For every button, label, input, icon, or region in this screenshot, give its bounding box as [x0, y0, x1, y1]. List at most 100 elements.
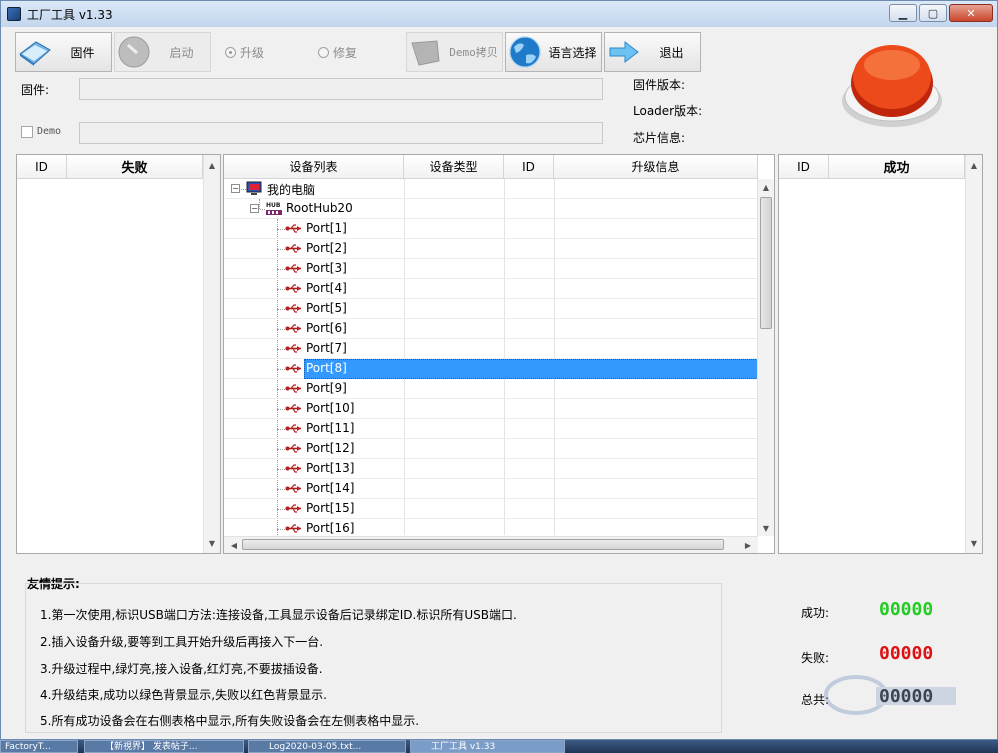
tips-box: 1.第一次使用,标识USB端口方法:连接设备,工具显示设备后记录绑定ID.标识所…	[25, 583, 722, 733]
tree-port-label: Port[10]	[306, 401, 355, 415]
app-window: 工厂工具 v1.33 ▁ ▢ ✕ 固件 启动 升级 修复 Demo拷贝 语言选择…	[0, 0, 998, 740]
device-tree: 设备列表 设备类型 ID 升级信息 − 我的电脑 − HUB RootHub20	[223, 154, 775, 554]
taskbar-item[interactable]: 【新視界】 发表帖子...	[84, 740, 244, 753]
fail-col-id[interactable]: ID	[17, 155, 67, 179]
tree-col-id[interactable]: ID	[504, 155, 554, 179]
upgrade-radio[interactable]: 升级	[213, 32, 310, 72]
usb-port-icon	[285, 523, 303, 534]
success-col-status[interactable]: 成功	[829, 155, 965, 179]
tree-row-port[interactable]: Port[7]	[224, 339, 758, 359]
window-title: 工厂工具 v1.33	[27, 7, 113, 22]
tree-row-port[interactable]: Port[11]	[224, 419, 758, 439]
tip-item: 2.插入设备升级,要等到工具开始升级后再接入下一台.	[40, 635, 324, 649]
tree-col-device-type[interactable]: 设备类型	[404, 155, 504, 179]
collapse-icon[interactable]: −	[250, 204, 259, 213]
scroll-left-icon[interactable]: ◀	[226, 537, 242, 553]
minimize-button[interactable]: ▁	[889, 4, 917, 22]
svg-text:HUB: HUB	[266, 202, 281, 209]
tree-col-device-list[interactable]: 设备列表	[224, 155, 404, 179]
tree-row-port[interactable]: Port[13]	[224, 459, 758, 479]
tree-port-label: Port[7]	[306, 341, 347, 355]
success-col-id[interactable]: ID	[779, 155, 829, 179]
repair-radio[interactable]: 修复	[312, 32, 404, 72]
tree-row-port[interactable]: Port[6]	[224, 319, 758, 339]
tree-row-hub[interactable]: − HUB RootHub20	[224, 199, 758, 219]
taskbar-item[interactable]: 工厂工具 v1.33	[410, 740, 565, 753]
loader-version-label: Loader版本:	[633, 104, 703, 118]
tree-row-port[interactable]: Port[15]	[224, 499, 758, 519]
minimize-icon: ▁	[898, 6, 908, 20]
usb-port-icon	[285, 323, 303, 334]
tree-row-port[interactable]: Port[1]	[224, 219, 758, 239]
taskbar: FactoryT... 【新視界】 发表帖子... Log2020-03-05.…	[0, 740, 998, 753]
start-button[interactable]: 启动	[114, 32, 211, 72]
tips-panel: 友情提示: 1.第一次使用,标识USB端口方法:连接设备,工具显示设备后记录绑定…	[17, 563, 774, 735]
scroll-up-icon[interactable]: ▲	[204, 157, 220, 173]
tree-row-port[interactable]: Port[2]	[224, 239, 758, 259]
taskbar-item[interactable]: Log2020-03-05.txt...	[248, 740, 406, 753]
tree-row-port[interactable]: Port[10]	[224, 399, 758, 419]
tip-item: 3.升级过程中,绿灯亮,接入设备,红灯亮,不要拔插设备.	[40, 662, 323, 676]
tree-port-label: Port[11]	[306, 421, 355, 435]
language-button[interactable]: 语言选择	[505, 32, 602, 72]
chip-info-label: 芯片信息:	[633, 131, 686, 145]
fail-table-scrollbar[interactable]: ▲ ▼	[203, 155, 220, 553]
usb-port-icon	[285, 483, 303, 494]
tree-row-port[interactable]: Port[3]	[224, 259, 758, 279]
usb-port-icon	[285, 223, 303, 234]
usb-port-icon	[285, 363, 303, 374]
exit-button-label: 退出	[659, 45, 684, 60]
scroll-down-icon[interactable]: ▼	[204, 535, 220, 551]
tree-row-port[interactable]: Port[14]	[224, 479, 758, 499]
firmware-button[interactable]: 固件	[15, 32, 112, 72]
exit-button[interactable]: 退出	[604, 32, 701, 72]
tree-port-label: Port[5]	[306, 301, 347, 315]
demo-copy-button[interactable]: Demo拷贝	[406, 32, 503, 72]
title-bar[interactable]: 工厂工具 v1.33 ▁ ▢ ✕	[1, 1, 997, 27]
scroll-up-icon[interactable]: ▲	[758, 179, 774, 195]
scroll-thumb[interactable]	[242, 539, 724, 550]
fail-count-value: 00000	[879, 643, 934, 664]
close-button[interactable]: ✕	[949, 4, 993, 22]
toolbar: 固件 启动 升级 修复 Demo拷贝 语言选择 退出	[15, 32, 701, 72]
tree-root-label: 我的电脑	[267, 183, 316, 197]
tree-row-root[interactable]: − 我的电脑	[224, 179, 758, 199]
tree-row-port[interactable]: Port[4]	[224, 279, 758, 299]
scroll-thumb[interactable]	[760, 197, 772, 329]
collapse-icon[interactable]: −	[231, 184, 240, 193]
fail-col-status[interactable]: 失败	[67, 155, 203, 179]
usb-hub-icon: HUB	[265, 201, 283, 217]
tree-port-label: Port[9]	[306, 381, 347, 395]
tree-vertical-scrollbar[interactable]: ▲ ▼	[757, 179, 774, 536]
tree-col-upgrade-info[interactable]: 升级信息	[554, 155, 758, 179]
tree-row-port[interactable]: Port[12]	[224, 439, 758, 459]
usb-port-icon	[285, 243, 303, 254]
scroll-down-icon[interactable]: ▼	[966, 535, 982, 551]
tree-row-port[interactable]: Port[9]	[224, 379, 758, 399]
language-button-label: 语言选择	[548, 45, 597, 60]
success-table-scrollbar[interactable]: ▲ ▼	[965, 155, 982, 553]
tree-horizontal-scrollbar[interactable]: ◀ ▶	[224, 536, 758, 553]
tree-port-label: Port[3]	[306, 261, 347, 275]
selection-highlight	[304, 359, 758, 379]
usb-port-icon	[285, 503, 303, 514]
arrow-right-icon	[605, 34, 643, 70]
demo-path-field[interactable]	[79, 122, 603, 144]
demo-checkbox-label: Demo	[37, 126, 62, 137]
tree-row-port[interactable]: Port[5]	[224, 299, 758, 319]
tree-row-port[interactable]: Port[8]	[224, 359, 758, 379]
usb-port-icon	[285, 463, 303, 474]
demo-copy-label: Demo拷贝	[449, 46, 498, 59]
taskbar-item[interactable]: FactoryT...	[0, 740, 78, 753]
demo-checkbox[interactable]	[21, 126, 33, 138]
usb-port-icon	[285, 303, 303, 314]
firmware-button-label: 固件	[70, 45, 95, 60]
scroll-up-icon[interactable]: ▲	[966, 157, 982, 173]
firmware-path-field[interactable]	[79, 78, 603, 100]
scroll-down-icon[interactable]: ▼	[758, 520, 774, 536]
maximize-button[interactable]: ▢	[919, 4, 947, 22]
upgrade-radio-label: 升级	[240, 45, 265, 60]
usb-port-icon	[285, 283, 303, 294]
scroll-right-icon[interactable]: ▶	[740, 537, 756, 553]
tip-item: 5.所有成功设备会在右侧表格中显示,所有失败设备会在左侧表格中显示.	[40, 714, 420, 728]
